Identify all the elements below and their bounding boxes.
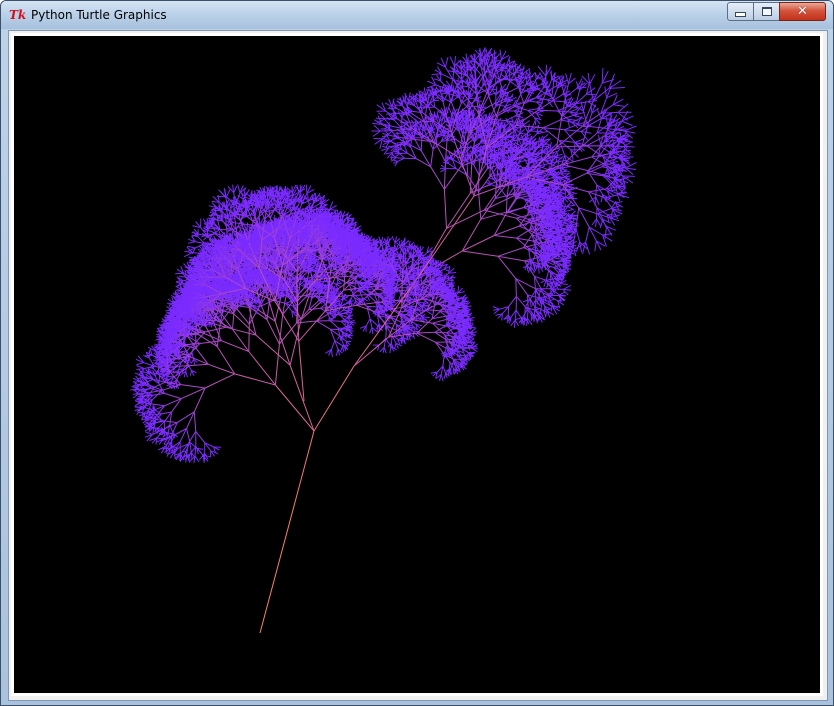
- tree-branch: [248, 351, 276, 386]
- turtle-window: Tk Python Turtle Graphics ✕: [0, 0, 834, 706]
- tree-branch: [346, 315, 352, 318]
- minimize-button[interactable]: [727, 2, 754, 21]
- tree-branch: [354, 280, 357, 288]
- turtle-canvas[interactable]: [14, 36, 820, 693]
- close-button[interactable]: ✕: [779, 2, 826, 21]
- tree-branch: [296, 320, 317, 324]
- tree-branch: [248, 324, 250, 352]
- tree-branch: [334, 304, 341, 307]
- tree-branch: [189, 358, 191, 364]
- tree-branch: [249, 272, 252, 279]
- fractal-tree-drawing: [130, 47, 637, 634]
- tree-branch: [232, 311, 235, 330]
- tk-icon: Tk: [9, 8, 27, 22]
- tree-branch: [259, 505, 295, 634]
- maximize-icon: [761, 7, 772, 16]
- tree-branch: [236, 308, 250, 325]
- tree-branch: [379, 294, 388, 296]
- tree-branch: [335, 349, 339, 357]
- tree-branch: [330, 349, 333, 357]
- window-client-area: [8, 30, 828, 701]
- tree-branch: [330, 320, 339, 329]
- title-bar[interactable]: Tk Python Turtle Graphics ✕: [1, 1, 833, 29]
- tree-branch: [330, 340, 336, 350]
- tree-branch: [289, 319, 302, 366]
- tree-branch: [338, 327, 347, 330]
- tree-branch: [266, 319, 280, 345]
- tree-branch: [342, 332, 348, 335]
- tree-branch: [335, 300, 341, 303]
- close-icon: ✕: [797, 4, 808, 19]
- tree-branch: [246, 222, 249, 231]
- tree-branch: [274, 343, 280, 386]
- tree-branch: [365, 318, 371, 327]
- tree-branch: [327, 311, 333, 313]
- tree-branch: [316, 320, 331, 330]
- window-title: Python Turtle Graphics: [31, 8, 167, 22]
- maximize-button[interactable]: [753, 2, 780, 21]
- canvas-frame: [11, 33, 823, 696]
- tree-branch: [330, 320, 342, 322]
- tree-branch: [275, 384, 315, 432]
- tree-branch: [293, 430, 315, 507]
- minimize-icon: [735, 12, 746, 17]
